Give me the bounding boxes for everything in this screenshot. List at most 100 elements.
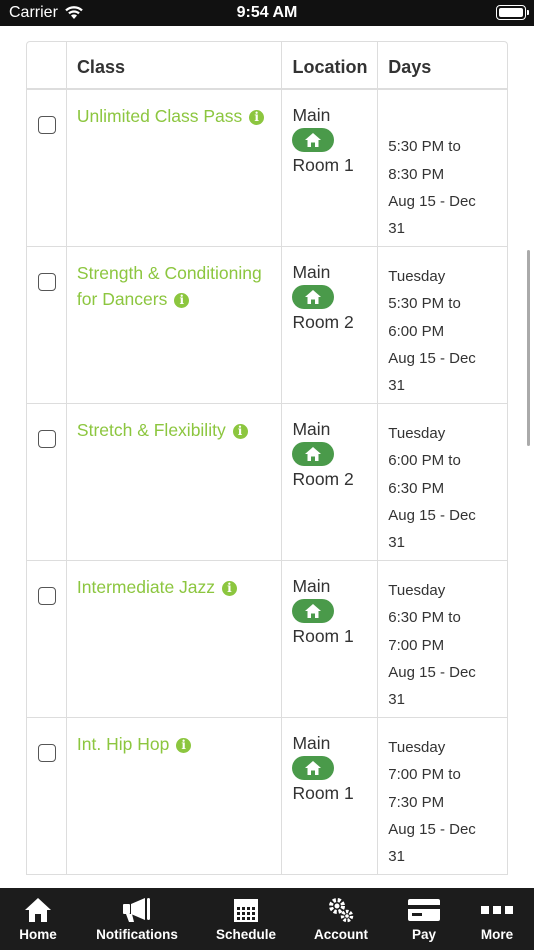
location-badge[interactable]: [292, 442, 335, 466]
tab-schedule-label: Schedule: [215, 927, 277, 942]
location-building: Main: [292, 733, 331, 753]
home-icon: [25, 898, 51, 922]
class-checkbox[interactable]: [38, 116, 56, 134]
megaphone-icon: [123, 898, 150, 922]
class-list-view[interactable]: Class Location Days Unlimited Class Pass…: [0, 26, 534, 888]
tab-home[interactable]: Home: [0, 888, 76, 950]
class-table: Class Location Days Unlimited Class Pass…: [26, 41, 508, 875]
tab-pay[interactable]: Pay: [398, 888, 450, 950]
home-icon: [305, 604, 322, 618]
tab-notifications-label: Notifications: [96, 927, 178, 942]
day-line: 8:30 PM: [388, 165, 445, 183]
day-line: 5:30 PM to: [388, 138, 461, 156]
tab-schedule[interactable]: Schedule: [206, 888, 286, 950]
info-icon[interactable]: i: [174, 293, 190, 308]
day-line: Tuesday: [388, 425, 446, 442]
day-line: 6:00 PM: [388, 322, 445, 340]
class-link[interactable]: Unlimited Class Pass: [77, 106, 242, 126]
days-cell: 5:30 PM to 8:30 PM Aug 15 - Dec 31: [378, 90, 507, 246]
battery-icon: [496, 5, 529, 20]
tab-account-label: Account: [314, 927, 368, 942]
location-badge[interactable]: [292, 599, 335, 623]
location-building: Main: [292, 262, 331, 282]
day-line: Tuesday: [388, 582, 446, 599]
select-cell: [27, 404, 67, 560]
select-cell: [27, 561, 67, 717]
day-line: Aug 15 - Dec: [388, 820, 476, 838]
home-icon: [305, 133, 322, 147]
class-link[interactable]: Strength & Conditioning for Dancers: [77, 263, 262, 309]
days-cell: Tuesday 5:30 PM to 6:00 PM Aug 15 - Dec 31: [378, 247, 507, 403]
tab-more[interactable]: More: [470, 888, 524, 950]
header-days: Days: [388, 57, 432, 77]
select-cell: [27, 90, 67, 246]
scrollbar[interactable]: [527, 250, 530, 446]
day-line: 7:00 PM: [388, 636, 445, 654]
class-checkbox[interactable]: [38, 744, 56, 762]
location-room: Room 2: [292, 469, 354, 489]
class-link[interactable]: Int. Hip Hop: [77, 734, 169, 754]
day-line: 6:00 PM to: [388, 452, 461, 470]
gears-icon: [329, 898, 354, 923]
table-row[interactable]: Stretch & Flexibility i Main Room 2 Tues…: [27, 404, 507, 561]
status-bar: Carrier 9:54 AM: [0, 0, 534, 26]
class-cell: Stretch & Flexibility i: [67, 404, 283, 560]
header-select: [27, 42, 67, 88]
select-cell: [27, 718, 67, 874]
class-checkbox[interactable]: [38, 273, 56, 291]
info-icon[interactable]: i: [232, 424, 248, 439]
table-row[interactable]: Unlimited Class Pass i Main Room 1 5:30 …: [27, 90, 507, 247]
tab-more-label: More: [480, 927, 514, 942]
location-badge[interactable]: [292, 756, 335, 780]
location-badge[interactable]: [292, 285, 335, 309]
day-line: 31: [388, 220, 405, 238]
location-cell: Main Room 1: [282, 90, 379, 246]
location-badge[interactable]: [292, 128, 335, 152]
header-class: Class: [67, 42, 283, 88]
class-checkbox[interactable]: [38, 587, 56, 605]
location-room: Room 1: [292, 783, 354, 803]
tab-notifications[interactable]: Notifications: [86, 888, 188, 950]
table-header: Class Location Days: [27, 42, 507, 90]
day-line: Aug 15 - Dec: [388, 506, 476, 524]
home-icon: [305, 761, 322, 775]
class-checkbox[interactable]: [38, 430, 56, 448]
day-line: 31: [388, 377, 405, 395]
table-row[interactable]: Strength & Conditioning for Dancers i Ma…: [27, 247, 507, 404]
class-cell: Intermediate Jazz i: [67, 561, 283, 717]
day-line: 31: [388, 534, 405, 552]
home-icon: [305, 447, 322, 461]
table-row[interactable]: Int. Hip Hop i Main Room 1 Tuesday 7:00 P…: [27, 718, 507, 875]
day-line: Tuesday: [388, 268, 446, 285]
location-cell: Main Room 2: [282, 404, 379, 560]
location-cell: Main Room 2: [282, 247, 379, 403]
location-building: Main: [292, 419, 331, 439]
location-cell: Main Room 1: [282, 561, 379, 717]
day-line: 7:00 PM to: [388, 766, 461, 784]
day-line: 7:30 PM: [388, 793, 445, 811]
tab-home-label: Home: [19, 927, 57, 942]
info-icon[interactable]: i: [221, 581, 237, 596]
class-cell: Int. Hip Hop i: [67, 718, 283, 874]
location-cell: Main Room 1: [282, 718, 379, 874]
day-line: Aug 15 - Dec: [388, 663, 476, 681]
day-line: 5:30 PM to: [388, 295, 461, 313]
tab-account[interactable]: Account: [304, 888, 378, 950]
info-icon[interactable]: i: [249, 110, 265, 125]
header-location: Location: [282, 42, 379, 88]
location-room: Room 1: [292, 155, 354, 175]
location-room: Room 2: [292, 312, 354, 332]
class-link[interactable]: Stretch & Flexibility: [77, 420, 226, 440]
day-line: 6:30 PM to: [388, 609, 461, 627]
tab-bar: Home Notifications Schedule Account Pay …: [0, 888, 534, 950]
class-link[interactable]: Intermediate Jazz: [77, 577, 215, 597]
location-building: Main: [292, 576, 331, 596]
class-cell: Strength & Conditioning for Dancers i: [67, 247, 283, 403]
day-line: 31: [388, 691, 405, 709]
select-cell: [27, 247, 67, 403]
day-line: Tuesday: [388, 739, 446, 756]
day-line: [388, 106, 507, 133]
info-icon[interactable]: i: [176, 738, 192, 753]
table-row[interactable]: Intermediate Jazz i Main Room 1 Tuesday 6…: [27, 561, 507, 718]
credit-card-icon: [408, 899, 440, 921]
